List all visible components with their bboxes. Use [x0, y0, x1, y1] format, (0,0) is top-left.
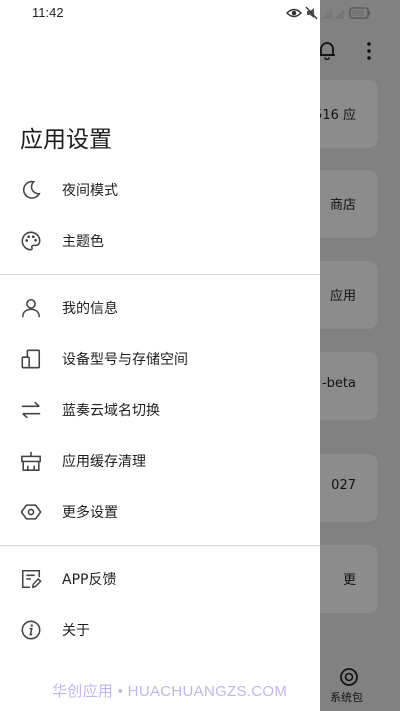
menu-item-label: 设备型号与存储空间	[62, 352, 188, 368]
menu-item-device-storage[interactable]: 设备型号与存储空间	[0, 336, 320, 382]
broom-icon	[19, 449, 43, 473]
palette-icon	[19, 229, 43, 253]
eye-icon	[286, 8, 302, 18]
menu-item-theme-color[interactable]: 主题色	[0, 218, 320, 264]
menu-item-cache-cleanup[interactable]: 应用缓存清理	[0, 438, 320, 484]
menu-item-label: 更多设置	[62, 505, 118, 521]
drawer-title: 应用设置	[20, 127, 112, 153]
divider	[0, 274, 320, 275]
menu-item-domain-switch[interactable]: 蓝奏云域名切换	[0, 387, 320, 433]
status-icons	[286, 6, 370, 20]
battery-icon	[349, 7, 370, 19]
navigation-drawer: 11:42 应用设置 夜间模式 主题色 我的信息 设备型号与存储空间 蓝奏云域名…	[0, 0, 370, 711]
person-icon	[19, 296, 43, 320]
menu-item-app-feedback[interactable]: APP反馈	[0, 556, 320, 602]
menu-item-night-mode[interactable]: 夜间模式	[0, 167, 320, 213]
menu-item-label: APP反馈	[62, 572, 117, 588]
menu-item-label: 主题色	[62, 234, 104, 250]
swap-arrows-icon	[19, 398, 43, 422]
menu-item-more-settings[interactable]: 更多设置	[0, 489, 320, 535]
status-time: 11:42	[32, 5, 64, 20]
watermark: 华创应用 • HUACHUANGZS.COM	[52, 683, 288, 700]
feedback-icon	[19, 567, 43, 591]
mute-icon	[305, 6, 318, 20]
menu-item-label: 我的信息	[62, 301, 118, 317]
info-icon	[19, 618, 43, 642]
menu-item-label: 蓝奏云域名切换	[62, 403, 160, 419]
divider	[0, 545, 320, 546]
menu-item-label: 夜间模式	[62, 183, 118, 199]
moon-icon	[19, 178, 43, 202]
menu-item-my-info[interactable]: 我的信息	[0, 285, 320, 331]
menu-item-about[interactable]: 关于	[0, 607, 320, 653]
hexagon-settings-icon	[19, 500, 43, 524]
menu-item-label: 应用缓存清理	[62, 454, 146, 470]
menu-item-label: 关于	[62, 623, 90, 639]
signal-icon	[322, 9, 344, 19]
device-storage-icon	[19, 347, 43, 371]
